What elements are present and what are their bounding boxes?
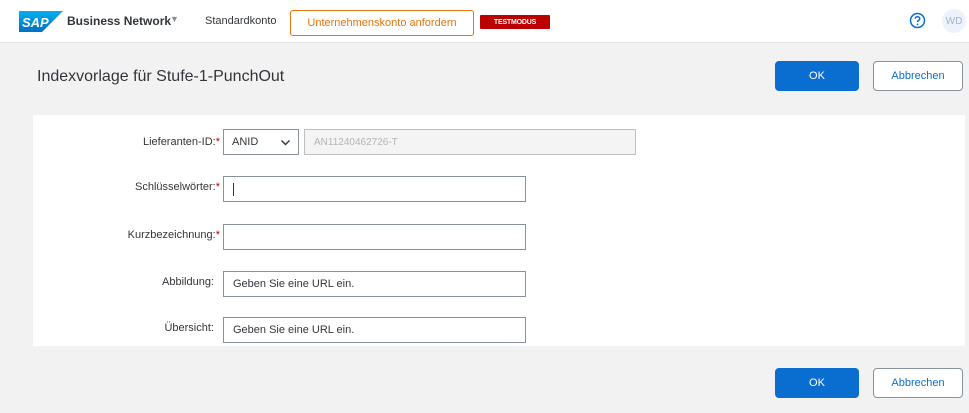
brand-name[interactable]: Business Network: [67, 14, 171, 28]
chevron-down-icon: [280, 137, 291, 148]
request-enterprise-account-button[interactable]: Unternehmenskonto anfordern: [290, 10, 474, 36]
overview-label: Übersicht:: [164, 322, 214, 334]
avatar[interactable]: WD: [942, 9, 966, 33]
supplier-id-type-select[interactable]: ANID: [223, 129, 299, 155]
supplier-id-label: Lieferanten-ID:*: [142, 136, 220, 148]
image-label: Abbildung:: [162, 276, 214, 288]
sap-logo[interactable]: SAP: [19, 11, 63, 32]
help-circle-icon[interactable]: [909, 12, 926, 29]
page-title: Indexvorlage für Stufe-1-PunchOut: [37, 68, 285, 85]
overview-url-input[interactable]: Geben Sie eine URL ein.: [223, 317, 526, 343]
select-value: ANID: [232, 136, 259, 148]
image-url-input[interactable]: Geben Sie eine URL ein.: [223, 271, 526, 297]
short-name-input[interactable]: [223, 224, 526, 250]
supplier-id-field: AN11240462726-T: [304, 129, 636, 155]
test-mode-badge: TESTMODUS: [480, 15, 550, 29]
ok-button-bottom[interactable]: OK: [775, 368, 859, 398]
account-label[interactable]: Standardkonto: [205, 15, 277, 27]
text-cursor: [233, 182, 234, 196]
form-panel: Lieferanten-ID:* ANID AN11240462726-T Sc…: [33, 115, 965, 346]
main-area: Indexvorlage für Stufe-1-PunchOut OK Abb…: [0, 42, 969, 413]
cancel-button-bottom[interactable]: Abbrechen: [873, 368, 963, 398]
ok-button-top[interactable]: OK: [775, 61, 859, 91]
keywords-label: Schlüsselwörter:*: [135, 181, 220, 193]
required-marker: *: [215, 136, 220, 148]
top-bar: SAP Business Network ▼ Standardkonto Unt…: [0, 0, 969, 42]
keywords-input[interactable]: [223, 176, 526, 202]
cancel-button-top[interactable]: Abbrechen: [873, 61, 963, 91]
chevron-down-icon[interactable]: ▼: [170, 14, 179, 24]
required-marker: *: [215, 229, 220, 241]
short-name-label: Kurzbezeichnung:*: [127, 229, 220, 241]
required-marker: *: [215, 181, 220, 193]
logo-text: SAP: [22, 15, 49, 30]
